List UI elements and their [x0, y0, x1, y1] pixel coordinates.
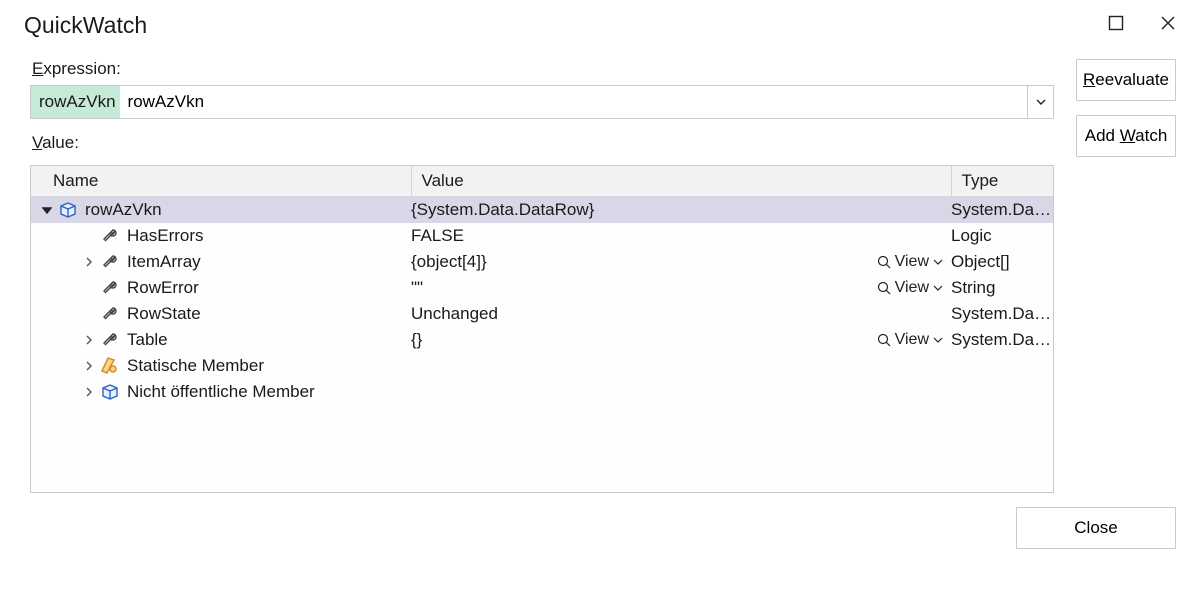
expander-icon: [79, 304, 99, 324]
row-name: RowState: [127, 304, 201, 324]
content-area: Expression: rowAzVkn Value: Name Value T…: [0, 47, 1200, 493]
column-header-name[interactable]: Name: [31, 166, 411, 197]
left-column: Expression: rowAzVkn Value: Name Value T…: [30, 53, 1054, 493]
expander-icon: [79, 226, 99, 246]
table-row[interactable]: Table {} View System.Data.DataTa…: [31, 327, 1053, 353]
key-icon: [99, 355, 121, 377]
wrench-icon: [99, 251, 121, 273]
value-label: Value:: [32, 133, 1054, 153]
wrench-icon: [99, 277, 121, 299]
view-button[interactable]: View: [877, 279, 943, 297]
cube2-icon: [99, 381, 121, 403]
row-name: Statische Member: [127, 356, 264, 376]
row-type: [951, 379, 1053, 405]
table-row[interactable]: rowAzVkn {System.Data.DataRow} System.Data…: [31, 197, 1053, 224]
cube-icon: [57, 199, 79, 221]
expander-icon[interactable]: [37, 200, 57, 220]
row-name: RowError: [127, 278, 199, 298]
table-row[interactable]: Nicht öffentliche Member: [31, 379, 1053, 405]
table-row[interactable]: RowState Unchanged System.Data.DataRo…: [31, 301, 1053, 327]
expression-dropdown-button[interactable]: [1027, 86, 1053, 118]
expander-icon: [79, 278, 99, 298]
expander-icon[interactable]: [79, 382, 99, 402]
row-value: Unchanged: [411, 304, 498, 324]
window-title: QuickWatch: [24, 12, 147, 39]
row-type: System.Data.DataRow: [951, 197, 1053, 224]
view-button[interactable]: View: [877, 253, 943, 271]
wrench-icon: [99, 303, 121, 325]
row-name: Table: [127, 330, 168, 350]
row-value: "": [411, 278, 423, 298]
row-value: {object[4]}: [411, 252, 487, 272]
column-header-value[interactable]: Value: [411, 166, 951, 197]
expression-label: Expression:: [32, 59, 1054, 79]
expression-input-selection: rowAzVkn: [31, 86, 120, 118]
wrench-icon: [99, 225, 121, 247]
close-icon[interactable]: [1160, 15, 1176, 36]
row-type: Object[]: [951, 249, 1053, 275]
expander-icon[interactable]: [79, 356, 99, 376]
wrench-icon: [99, 329, 121, 351]
row-type: [951, 353, 1053, 379]
close-button[interactable]: Close: [1016, 507, 1176, 549]
footer: Close: [0, 493, 1200, 549]
title-bar: QuickWatch: [0, 0, 1200, 47]
chevron-down-icon: [933, 337, 943, 343]
row-type: System.Data.DataTa…: [951, 327, 1053, 353]
expander-icon[interactable]: [79, 330, 99, 350]
row-name: Nicht öffentliche Member: [127, 382, 315, 402]
row-value: {}: [411, 330, 422, 350]
table-row[interactable]: HasErrors FALSE Logic: [31, 223, 1053, 249]
chevron-down-icon: [933, 259, 943, 265]
table-row[interactable]: RowError "" View String: [31, 275, 1053, 301]
add-watch-button[interactable]: Add Watch: [1076, 115, 1176, 157]
chevron-down-icon: [933, 285, 943, 291]
reevaluate-button[interactable]: Reevaluate: [1076, 59, 1176, 101]
row-name: rowAzVkn: [85, 200, 162, 220]
expression-combobox[interactable]: rowAzVkn: [30, 85, 1054, 119]
view-button[interactable]: View: [877, 331, 943, 349]
row-name: HasErrors: [127, 226, 204, 246]
window-controls: [1108, 15, 1180, 36]
table-row[interactable]: ItemArray {object[4]} View Object[]: [31, 249, 1053, 275]
expander-icon[interactable]: [79, 252, 99, 272]
row-value: FALSE: [411, 226, 464, 246]
row-name: ItemArray: [127, 252, 201, 272]
expression-input[interactable]: [120, 86, 1027, 118]
row-type: System.Data.DataRo…: [951, 301, 1053, 327]
right-column: Reevaluate Add Watch: [1076, 53, 1176, 493]
row-type: String: [951, 275, 1053, 301]
value-grid: Name Value Type rowAzVkn {System.Data.Dat…: [30, 165, 1054, 493]
row-type: Logic: [951, 223, 1053, 249]
maximize-icon[interactable]: [1108, 15, 1124, 36]
column-header-type[interactable]: Type: [951, 166, 1053, 197]
row-value: {System.Data.DataRow}: [411, 200, 594, 220]
table-row[interactable]: Statische Member: [31, 353, 1053, 379]
